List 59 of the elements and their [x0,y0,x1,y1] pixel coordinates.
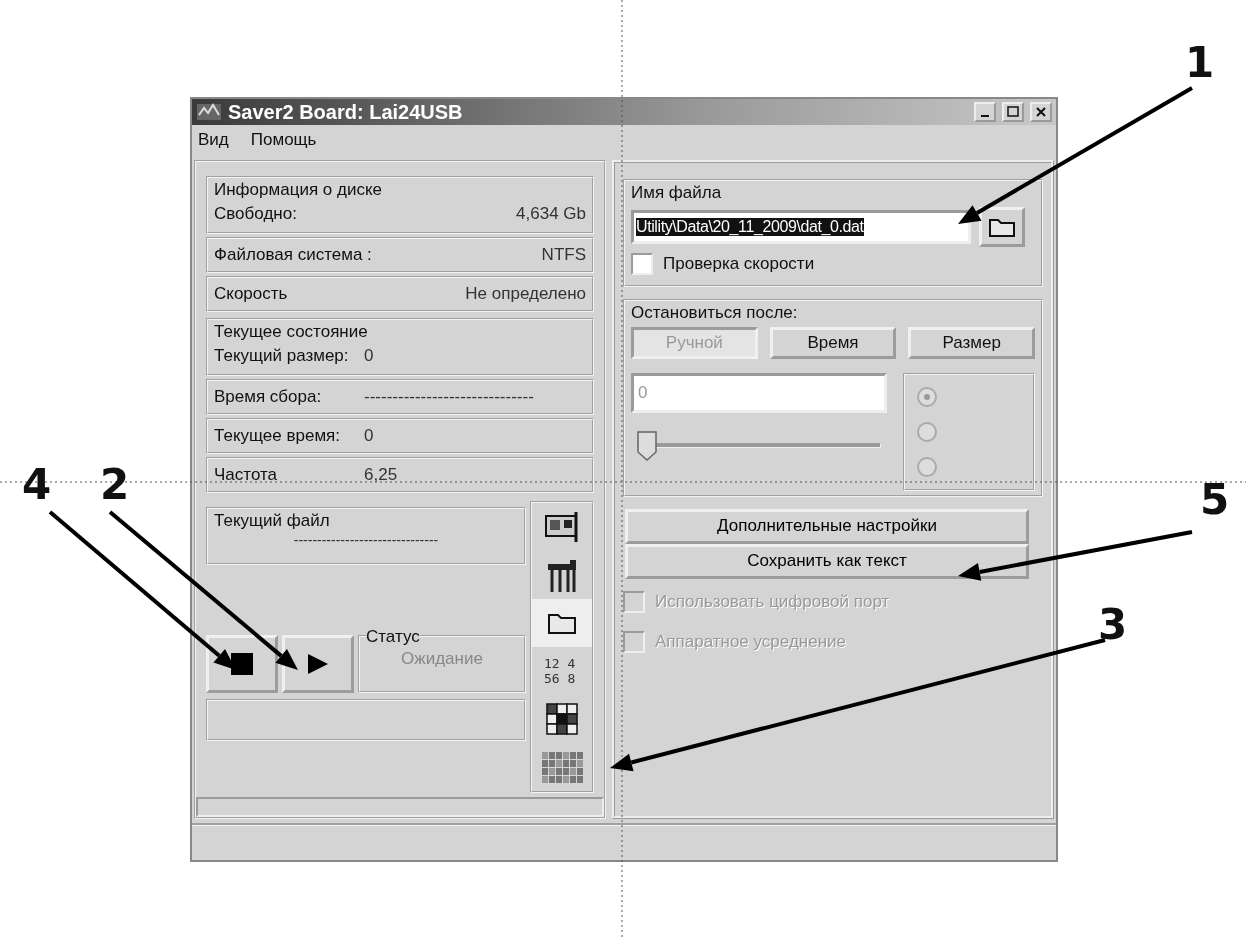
slider-track[interactable] [637,430,881,461]
toolbar-tab[interactable] [532,598,592,647]
matrix-icon [540,749,584,784]
status-value: Ожидание [401,648,483,669]
field-label: Файловая система : [214,244,372,265]
field-value: 6,25 [364,464,398,485]
play-button[interactable] [282,634,354,693]
stop-icon [231,652,253,675]
callout-number: 5 [1200,475,1230,524]
field-label: Частота [214,464,278,485]
field-label: Свободно: [214,203,297,224]
window-title: Saver2 Board: Lai24USB [228,100,464,124]
menu-item[interactable]: Помощь [250,130,317,151]
checkbox[interactable] [623,590,645,613]
checkbox[interactable] [623,630,645,653]
grid-icon [545,701,579,736]
current-file-value: ------------------------------- [293,531,439,548]
group-title: Имя файла [631,182,724,203]
checkbox[interactable] [631,252,653,275]
field-label: Время сбора: [214,386,323,407]
app-icon [196,101,222,123]
checkbox-label: Проверка скорости [663,253,815,274]
group-title: Информация о диске [214,179,384,200]
close-button[interactable] [1030,102,1052,122]
mode-button[interactable]: Размер [908,326,1035,359]
browse-button[interactable] [979,206,1025,247]
action-button[interactable]: Дополнительные настройки [625,508,1029,544]
field-label: Скорость [214,283,288,304]
checkbox-label: Аппаратное усреднение [655,631,846,652]
file-path-field[interactable]: Utility\Data\20_11_2009\dat_0.dat [631,209,971,244]
callout-number: 2 [100,460,130,509]
numbers-icon: 12 4 56 8 [542,654,582,687]
slider-thumb[interactable] [637,430,657,461]
field-value: 4,634 Gb [516,203,586,224]
maximize-button[interactable] [1002,102,1024,122]
field-value: ------------------------------ [364,386,534,407]
field-label: Текущее время: [214,425,341,446]
callout-number: 4 [22,460,52,509]
checkbox-label: Использовать цифровой порт [655,591,890,612]
group-title: Текущий файл [214,510,332,531]
field-value: 0 [364,425,374,446]
close-icon [1036,107,1046,117]
mode-button[interactable]: Время [769,326,897,359]
field-label: Текущий размер: [214,345,350,366]
callout-number: 1 [1185,38,1215,87]
menu-item[interactable]: Вид [198,130,229,151]
maximize-icon [1007,106,1019,118]
action-button[interactable]: Сохранить как текст [625,543,1029,579]
field-value: 0 [364,345,374,366]
minimize-icon [981,115,989,117]
field-value: Не определено [465,283,586,304]
radio-button[interactable] [917,421,937,442]
callout-number: 3 [1098,600,1128,649]
minimize-button[interactable] [974,102,996,122]
play-icon [306,651,330,676]
radio-button[interactable] [917,457,937,478]
field-value: NTFS [541,244,586,265]
stop-button[interactable] [206,634,278,693]
radio-button[interactable] [917,386,937,407]
